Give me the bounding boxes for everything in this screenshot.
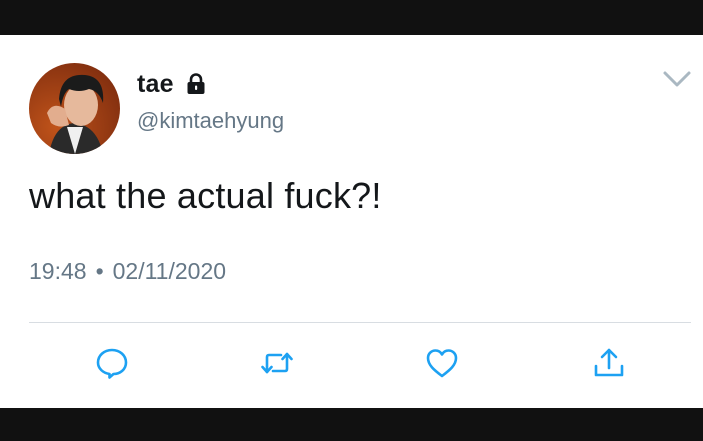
display-name[interactable]: tae: [137, 70, 174, 99]
retweet-button[interactable]: [260, 346, 294, 380]
tweet-card: tae @kimtaehyung what the actual fuck?! …: [0, 35, 703, 408]
chevron-down-icon[interactable]: [662, 68, 692, 90]
lock-icon: [184, 72, 208, 96]
bottom-letterbox-bar: [0, 408, 703, 441]
user-handle[interactable]: @kimtaehyung: [137, 108, 284, 134]
like-button[interactable]: [425, 346, 459, 380]
share-button[interactable]: [592, 346, 626, 380]
tweet-timestamp[interactable]: 19:48 • 02/11/2020: [29, 258, 226, 285]
timestamp-separator: •: [95, 258, 104, 284]
tweet-date: 02/11/2020: [112, 258, 227, 284]
retweet-icon: [260, 346, 294, 380]
tweet-text: what the actual fuck?!: [29, 175, 382, 216]
tweet-time: 19:48: [29, 258, 87, 284]
reply-icon: [95, 346, 129, 380]
heart-icon: [425, 346, 459, 380]
share-icon: [592, 346, 626, 380]
reply-button[interactable]: [95, 346, 129, 380]
top-letterbox-bar: [0, 0, 703, 35]
display-name-row: tae: [137, 68, 208, 100]
divider: [29, 322, 691, 323]
avatar[interactable]: [29, 63, 120, 154]
